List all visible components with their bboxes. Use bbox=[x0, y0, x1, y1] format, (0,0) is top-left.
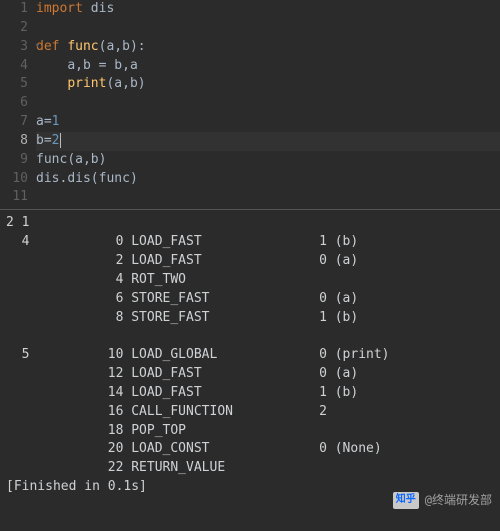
fold-arrow-icon[interactable]: ▾ bbox=[35, 40, 40, 53]
code-content[interactable]: dis.dis(func) bbox=[36, 170, 138, 189]
code-line[interactable]: 5 print(a,b) bbox=[0, 75, 500, 94]
code-content[interactable]: import dis bbox=[36, 0, 114, 19]
panel-divider bbox=[0, 209, 500, 210]
code-line[interactable]: 10dis.dis(func) bbox=[0, 170, 500, 189]
code-content[interactable]: a=1 bbox=[36, 113, 59, 132]
line-number: 7 bbox=[0, 113, 36, 132]
line-number: 8 bbox=[0, 132, 36, 151]
code-line[interactable]: 8b=2 bbox=[0, 132, 500, 151]
code-line[interactable]: 7a=1 bbox=[0, 113, 500, 132]
code-content[interactable]: a,b = b,a bbox=[36, 57, 138, 76]
code-line[interactable]: 6 bbox=[0, 94, 500, 113]
line-number: 5 bbox=[0, 75, 36, 94]
code-content[interactable] bbox=[36, 94, 44, 113]
code-content[interactable]: func(a,b) bbox=[36, 151, 106, 170]
code-line[interactable]: 4 a,b = b,a bbox=[0, 57, 500, 76]
line-number: 9 bbox=[0, 151, 36, 170]
zhihu-logo-icon: 知乎 bbox=[393, 492, 419, 509]
code-content[interactable] bbox=[36, 188, 44, 207]
code-line[interactable]: 1import dis bbox=[0, 0, 500, 19]
line-number: 4 bbox=[0, 57, 36, 76]
watermark-text: @终端研发部 bbox=[425, 492, 492, 509]
line-number: 2 bbox=[0, 19, 36, 38]
line-number: 11 bbox=[0, 188, 36, 207]
code-editor[interactable]: 1import dis2 3▾def func(a,b):4 a,b = b,a… bbox=[0, 0, 500, 207]
watermark: 知乎 @终端研发部 bbox=[393, 492, 492, 509]
code-line[interactable]: 2 bbox=[0, 19, 500, 38]
line-number: 1 bbox=[0, 0, 36, 19]
code-line[interactable]: 9func(a,b) bbox=[0, 151, 500, 170]
code-line[interactable]: 11 bbox=[0, 188, 500, 207]
output-console: 2 1 4 0 LOAD_FAST 1 (b) 2 LOAD_FAST 0 (a… bbox=[0, 212, 500, 501]
code-line[interactable]: 3▾def func(a,b): bbox=[0, 38, 500, 57]
window: 1import dis2 3▾def func(a,b):4 a,b = b,a… bbox=[0, 0, 500, 531]
code-content[interactable]: print(a,b) bbox=[36, 75, 146, 94]
line-number: 3▾ bbox=[0, 38, 36, 57]
line-number: 10 bbox=[0, 170, 36, 189]
code-content[interactable]: def func(a,b): bbox=[36, 38, 146, 57]
code-content[interactable]: b=2 bbox=[36, 132, 500, 151]
code-content[interactable] bbox=[36, 19, 44, 38]
line-number: 6 bbox=[0, 94, 36, 113]
